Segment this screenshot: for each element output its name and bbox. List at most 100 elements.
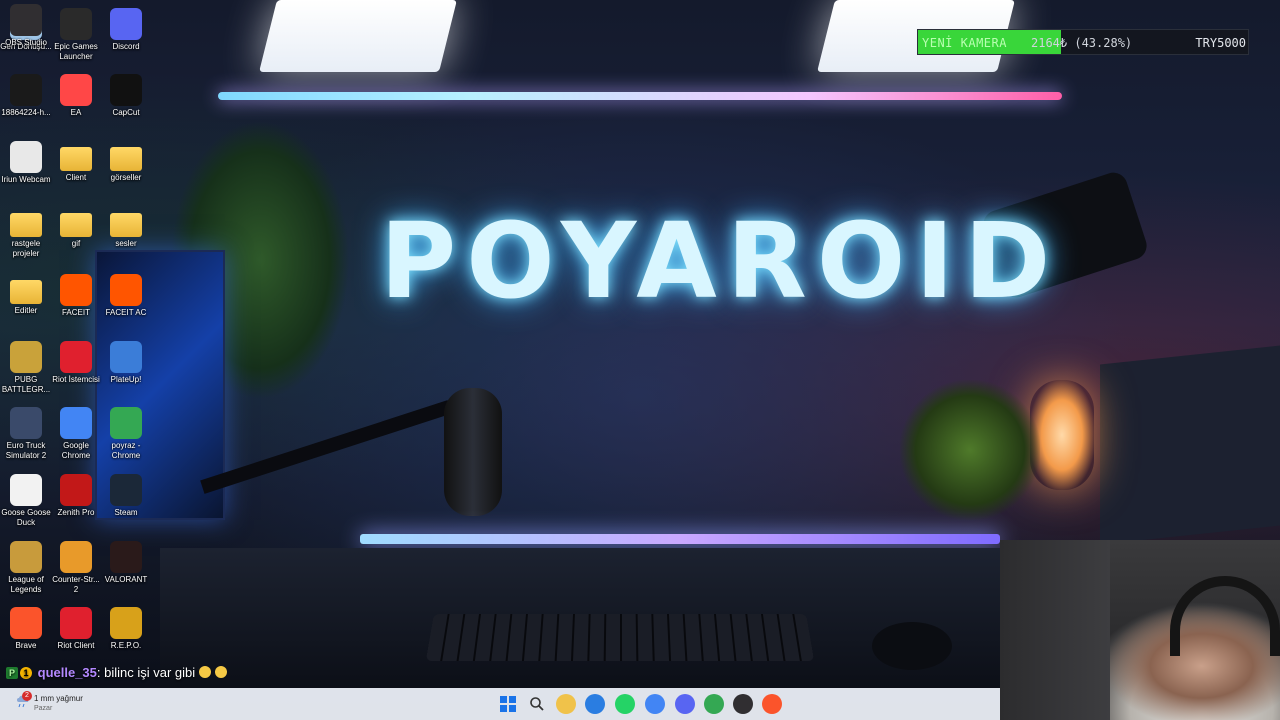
desktop-icon-label: rastgele projeler [11, 239, 41, 258]
brave-icon[interactable] [762, 694, 782, 714]
desktop-icon[interactable]: Epic Games Launcher [50, 4, 102, 66]
desktop-icon-label: Google Chrome [61, 441, 91, 460]
desktop-icon[interactable]: 18864224-h... [0, 70, 52, 132]
emoji-icon [215, 666, 228, 678]
desktop-icon[interactable]: Goose Goose Duck [0, 470, 52, 532]
desktop-icon-label: Counter-Str... 2 [52, 575, 100, 594]
whatsapp-icon[interactable] [615, 694, 635, 714]
goose-goose-duck-icon [10, 474, 42, 506]
desktop-icon-label: Iriun Webcam [1, 175, 51, 184]
chat-username: quelle_35 [37, 665, 97, 680]
desktop-icon[interactable]: Riot Client [50, 603, 102, 665]
desktop-icon[interactable]: Counter-Str... 2 [50, 537, 102, 599]
folder-icon [60, 213, 92, 237]
desktop-icon[interactable]: Discord [100, 4, 152, 66]
video-file-icon [10, 74, 42, 106]
webcam-background-door [1000, 540, 1110, 720]
steam-icon [110, 474, 142, 506]
faceit-icon [60, 274, 92, 306]
desktop-icon[interactable]: FACEIT [50, 270, 102, 332]
desktop-icon-label: EA [70, 108, 82, 117]
desktop-icon[interactable]: Zenith Pro [50, 470, 102, 532]
obs-icon [10, 4, 42, 36]
desktop-icon[interactable]: Google Chrome [50, 403, 102, 465]
weather-text: 1 mm yağmur [34, 694, 83, 703]
desktop-icon-label: VALORANT [104, 575, 148, 584]
desktop-icon-label: Client [65, 173, 87, 182]
desk-glow [360, 534, 1000, 544]
iriun-webcam-icon [10, 141, 42, 173]
desktop-icon[interactable]: Steam [100, 470, 152, 532]
desktop-icon-label: Riot Client [57, 641, 95, 650]
donation-goal-bar: YENİ KAMERA 2164₺ (43.28%) TRY5000 [917, 29, 1249, 55]
desktop-icon[interactable]: FACEIT AC [100, 270, 152, 332]
desktop-icon-label: Brave [15, 641, 37, 650]
desktop-icon[interactable]: Euro Truck Simulator 2 [0, 403, 52, 465]
desktop-icon[interactable]: VALORANT [100, 537, 152, 599]
side-monitor [1100, 345, 1280, 545]
desktop-icon[interactable]: EA [50, 70, 102, 132]
desktop-icon[interactable]: PlateUp! [100, 337, 152, 399]
brave-icon [10, 607, 42, 639]
ea-icon [60, 74, 92, 106]
desktop-icon-label: Zenith Pro [57, 508, 95, 517]
desktop-icon[interactable]: poyraz - Chrome [100, 403, 152, 465]
desktop-icon-label: CapCut [112, 108, 140, 117]
desktop-icon[interactable]: görseller [100, 137, 152, 199]
desktop-icon[interactable]: PUBG BATTLEGR... [0, 337, 52, 399]
desktop-icon[interactable]: gif [50, 203, 102, 265]
obs-icon[interactable] [733, 694, 753, 714]
folder-icon [60, 147, 92, 171]
desktop-icon-label: League of Legends [8, 575, 44, 594]
desktop-icon-label: OBS Studio [5, 38, 47, 47]
desktop-icon-label: Riot İstemcisi [52, 375, 100, 384]
search-icon[interactable] [527, 694, 547, 714]
chrome-icon[interactable] [645, 694, 665, 714]
chat-badge-p: P [6, 667, 18, 679]
donation-label: YENİ KAMERA [922, 36, 1007, 50]
desktop-icon-label: 18864224-h... [1, 108, 51, 117]
mic-arm [200, 400, 452, 494]
desktop-icon-label: PUBG BATTLEGR... [1, 375, 51, 394]
desktop-icon-label: FACEIT [61, 308, 90, 317]
desktop-icon[interactable]: League of Legends [0, 537, 52, 599]
desktop-icon[interactable]: rastgele projeler [0, 203, 52, 265]
desktop-icon[interactable]: sesler [100, 203, 152, 265]
desktop-icon[interactable]: CapCut [100, 70, 152, 132]
donation-amount: 2164₺ (43.28%) [1031, 36, 1133, 50]
chat-message: P1 quelle_35: bilinc işi var gibi [6, 665, 228, 683]
folder-icon [110, 147, 142, 171]
desktop-icon-label: Discord [112, 42, 140, 51]
league-of-legends-icon [10, 541, 42, 573]
microsoft-store-icon[interactable] [585, 694, 605, 714]
wallpaper-title: POYAROID [380, 200, 1061, 322]
emoji-icon [199, 666, 212, 678]
desktop-icon[interactable]: Brave [0, 603, 52, 665]
weather-widget[interactable]: 2 1 mm yağmur Pazar [16, 691, 136, 718]
plant-right [900, 380, 1040, 520]
desktop-icon[interactable]: Editler [0, 270, 52, 332]
file-explorer-icon[interactable] [556, 694, 576, 714]
folder-icon [10, 213, 42, 237]
mouse [872, 622, 952, 670]
desktop-icon-label: R.E.P.O. [110, 641, 142, 650]
desktop-icon[interactable]: Iriun Webcam [0, 137, 52, 199]
desktop-icon[interactable]: OBS Studio [0, 0, 52, 62]
desktop-icon[interactable]: Client [50, 137, 102, 199]
desktop-icon-label: gif [71, 239, 81, 248]
discord-icon[interactable] [675, 694, 695, 714]
valorant-icon [110, 541, 142, 573]
zenith-pro-icon [60, 474, 92, 506]
pubg-icon [10, 341, 42, 373]
donation-goal: TRY5000 [1195, 36, 1246, 50]
desktop-icon-label: Steam [114, 508, 138, 517]
desktop-icon[interactable]: Riot İstemcisi [50, 337, 102, 399]
windows-start-icon[interactable] [498, 694, 518, 714]
chrome-profile-icon [110, 407, 142, 439]
faceit-ac-icon [110, 274, 142, 306]
capcut-icon [110, 74, 142, 106]
desktop-icon[interactable]: R.E.P.O. [100, 603, 152, 665]
desktop-icon-label: Epic Games Launcher [54, 42, 98, 61]
microphone [444, 388, 502, 516]
chrome-icon[interactable] [704, 694, 724, 714]
